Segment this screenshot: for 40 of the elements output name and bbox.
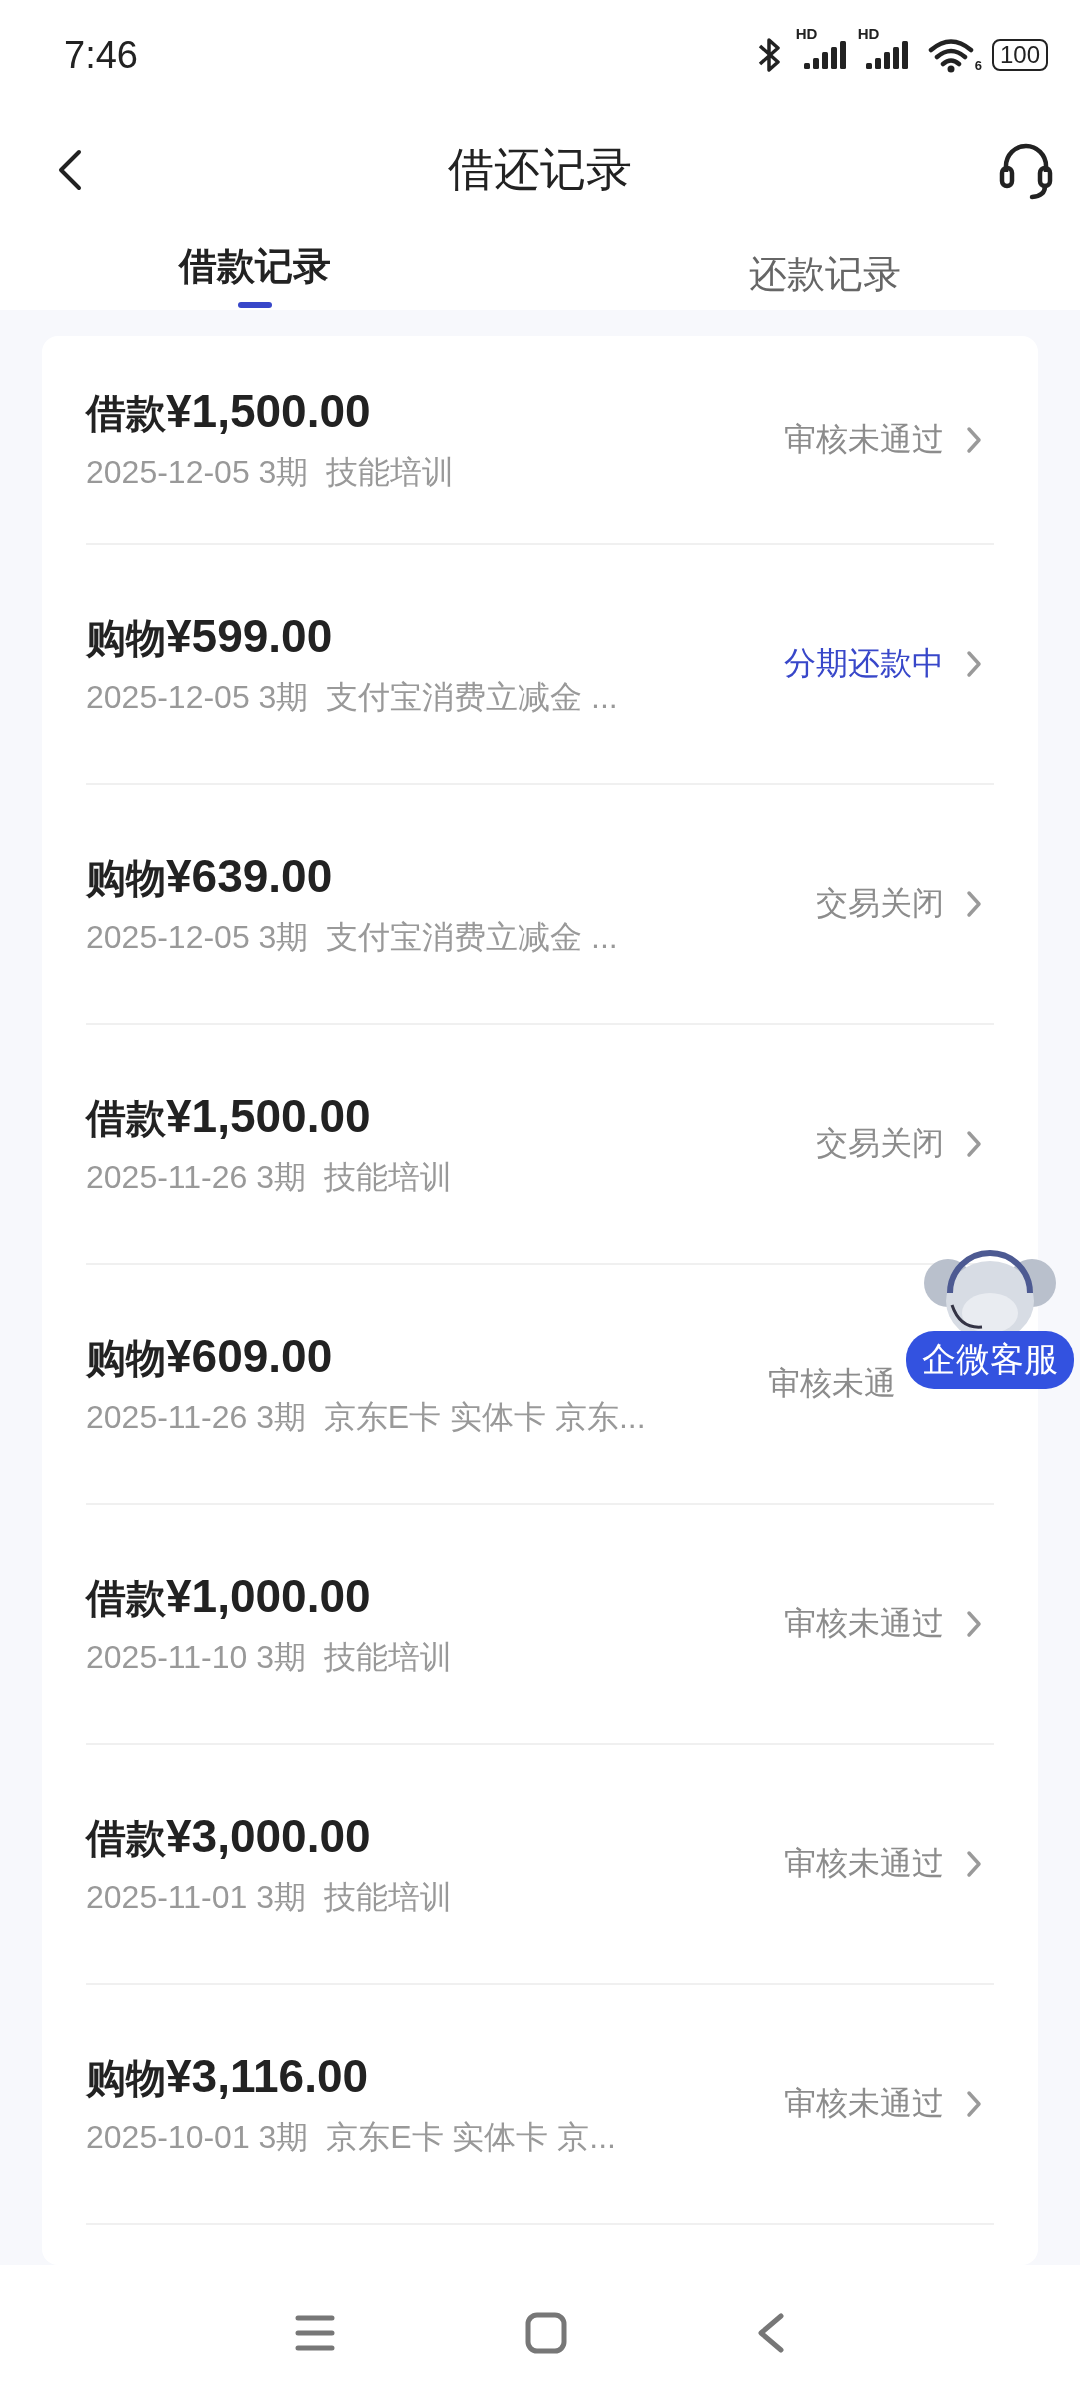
record-details: 2025-12-05 3期 支付宝消费立减金 ...: [86, 917, 618, 957]
record-amount: 借款¥1,000.00: [86, 1568, 372, 1624]
record-amount: 借款¥3,000.00: [86, 1808, 372, 1864]
signal-icon: [865, 41, 910, 69]
back-icon[interactable]: [58, 149, 82, 191]
record-amount: 借款¥1,500.00: [86, 384, 372, 439]
menu-icon[interactable]: [295, 2313, 335, 2352]
record-status: 审核未通: [768, 1364, 896, 1403]
battery-icon: 100: [991, 39, 1048, 71]
signal-icon: [803, 41, 848, 69]
record-status: 分期还款中: [784, 644, 944, 683]
wifi-icon: [927, 37, 974, 73]
page-title: 借还记录: [448, 142, 632, 197]
record-details: 2025-11-26 3期 京东E卡 实体卡 京东...: [86, 1397, 646, 1437]
tab[interactable]: 还款记录: [749, 249, 901, 310]
record-status: 审核未通过: [784, 1844, 944, 1883]
record-details: 2025-11-26 3期 技能培训: [86, 1157, 452, 1197]
record-status: 审核未通过: [784, 419, 944, 459]
network-label: HD: [795, 25, 818, 42]
status-time: 7:46: [64, 33, 138, 77]
record-status: 审核未通过: [784, 2084, 944, 2123]
record-amount: 购物¥599.00: [86, 608, 334, 664]
wifi-label: 6: [974, 58, 982, 73]
record-details: 2025-12-05 3期 支付宝消费立减金 ...: [86, 677, 618, 717]
record-amount: 借款¥1,500.00: [86, 1088, 372, 1144]
tab-indicator: [238, 302, 272, 308]
record-details: 2025-11-01 3期 技能培训: [86, 1877, 452, 1917]
tab[interactable]: 借款记录: [179, 241, 331, 302]
record-details: 2025-11-10 3期 技能培训: [86, 1637, 452, 1677]
record-amount: 购物¥639.00: [86, 848, 334, 904]
record-details: 2025-10-01 3期 京东E卡 实体卡 京...: [86, 2117, 616, 2157]
home-icon[interactable]: [525, 2311, 567, 2354]
network-label: HD: [857, 25, 880, 42]
record-status: 审核未通过: [784, 1604, 944, 1643]
record-status: 交易关闭: [816, 884, 944, 923]
record-amount: 购物¥609.00: [86, 1328, 334, 1384]
wecom-service-button[interactable]: 企微客服: [906, 1331, 1074, 1389]
record-amount: 购物¥3,116.00: [86, 2048, 370, 2104]
record-details: 2025-12-05 3期 技能培训: [86, 453, 455, 492]
record-status: 交易关闭: [816, 1124, 944, 1163]
